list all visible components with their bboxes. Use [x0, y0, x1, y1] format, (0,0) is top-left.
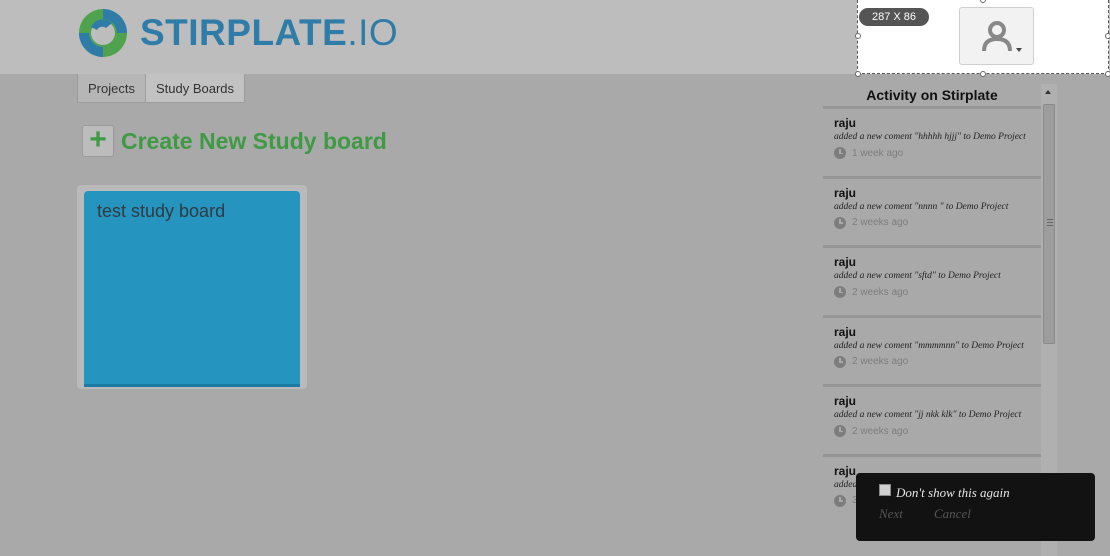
tab-study-boards[interactable]: Study Boards	[145, 74, 246, 103]
main-tabs: Projects Study Boards	[77, 74, 246, 103]
activity-item: raju added a new coment "mmmmnn" to Demo…	[823, 314, 1041, 385]
logo-text: STIRPLATE.IO	[140, 12, 398, 54]
activity-text: added a new coment "mmmmnn" to Demo Proj…	[834, 340, 1024, 351]
create-study-board-button[interactable]: + Create New Study board	[82, 125, 387, 157]
activity-text: added a new coment "hhhhh hjjj" to Demo …	[834, 132, 1026, 142]
brand-name: STIRPLATE	[140, 12, 348, 53]
clock-icon	[834, 494, 846, 507]
selection-handle[interactable]	[855, 71, 861, 77]
activity-time: 2 weeks ago	[834, 286, 1041, 298]
selection-handle[interactable]	[1105, 33, 1110, 39]
selection-handle[interactable]	[1105, 71, 1110, 77]
user-menu-button[interactable]	[959, 7, 1034, 65]
activity-user[interactable]: raju	[834, 186, 1041, 200]
study-board-title: test study board	[97, 201, 226, 221]
tab-projects[interactable]: Projects	[77, 74, 146, 103]
circular-logo-icon	[79, 9, 127, 57]
activity-time: 2 weeks ago	[834, 355, 1041, 368]
study-board-card[interactable]: test study board	[77, 185, 307, 389]
selection-handle[interactable]	[980, 71, 986, 77]
activity-user[interactable]: raju	[834, 325, 1041, 339]
tour-cancel-button[interactable]: Cancel	[934, 506, 971, 522]
activity-text: added a new coment "jj nkk klk" to Demo …	[834, 410, 1022, 420]
activity-item: raju added a new coment "sftd" to Demo P…	[823, 245, 1041, 315]
activity-time: 2 weeks ago	[834, 425, 1041, 437]
caret-down-icon	[1016, 48, 1022, 52]
activity-feed: raju added a new coment "hhhhh hjjj" to …	[823, 106, 1041, 523]
activity-text: added a new coment "nnnn " to Demo Proje…	[834, 201, 1009, 212]
dont-show-again-checkbox[interactable]	[879, 484, 891, 496]
activity-time-label: 2 weeks ago	[852, 217, 909, 228]
activity-text: added a new coment "sftd" to Demo Projec…	[834, 271, 1001, 281]
selection-handle[interactable]	[855, 33, 861, 39]
clock-icon	[834, 286, 846, 298]
clock-icon	[834, 355, 846, 368]
activity-time: 2 weeks ago	[834, 216, 1041, 229]
clock-icon	[834, 216, 846, 229]
activity-time-label: 2 weeks ago	[852, 286, 909, 298]
brand-suffix: .IO	[347, 12, 399, 53]
activity-user[interactable]: raju	[834, 394, 1041, 408]
tour-next-button[interactable]: Next	[879, 506, 903, 522]
clock-icon	[834, 147, 846, 159]
study-board-tile[interactable]: test study board	[84, 191, 300, 387]
user-icon	[981, 21, 1012, 52]
activity-time-label: 1 week ago	[852, 147, 904, 159]
scroll-up-arrow-icon[interactable]	[1045, 90, 1051, 94]
create-study-board-label: Create New Study board	[121, 127, 387, 154]
scrollbar-thumb[interactable]	[1043, 104, 1055, 344]
activity-user[interactable]: raju	[834, 255, 1041, 269]
activity-title: Activity on Stirplate	[866, 87, 998, 103]
selection-dimensions-badge: 287 X 86	[859, 8, 929, 26]
activity-time-label: 2 weeks ago	[852, 356, 909, 367]
activity-item: raju added a new coment "jj nkk klk" to …	[823, 384, 1041, 454]
activity-user[interactable]: raju	[834, 116, 1041, 130]
tour-popup: Don't show this again Next Cancel	[856, 473, 1095, 541]
logo[interactable]: STIRPLATE.IO	[76, 6, 398, 60]
activity-item: raju added a new coment "hhhhh hjjj" to …	[823, 106, 1041, 176]
grip-icon	[1047, 219, 1053, 226]
activity-time: 1 week ago	[834, 147, 1041, 159]
dont-show-again-label[interactable]: Don't show this again	[896, 485, 1010, 501]
activity-item: raju added a new coment "nnnn " to Demo …	[823, 175, 1041, 246]
clock-icon	[834, 425, 846, 437]
plus-icon: +	[82, 125, 114, 157]
activity-time-label: 2 weeks ago	[852, 425, 909, 437]
